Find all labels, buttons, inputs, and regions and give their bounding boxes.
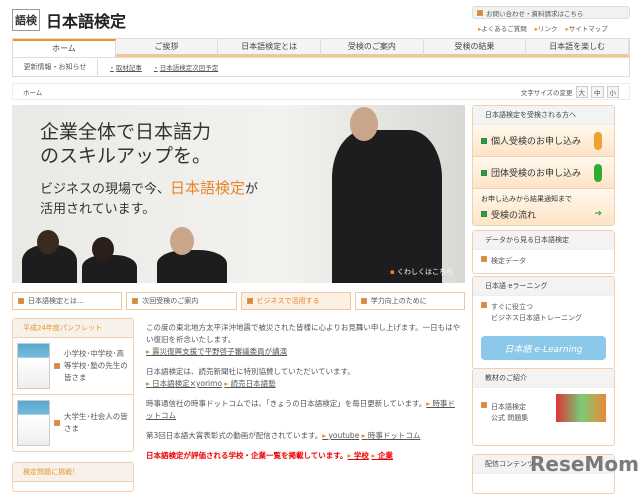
- exam-data-link[interactable]: 検定データ: [473, 250, 614, 273]
- materials-title: 教材のご紹介: [473, 369, 614, 388]
- sitemap-link[interactable]: サイトマップ: [566, 23, 608, 33]
- elearning-link[interactable]: すぐに役立つ ビジネス日本語トレーニング: [473, 296, 614, 330]
- site-title: 日本語検定: [46, 12, 127, 31]
- news-link[interactable]: 震災復興支援で平野啓子審議委員が講演: [146, 347, 287, 356]
- tab-results[interactable]: 受検の結果: [423, 39, 527, 57]
- elearning-button[interactable]: 日本語 e-Learning: [481, 336, 606, 360]
- hero-subheading: ビジネスの現場で今、日本語検定が 活用されています。: [40, 179, 259, 217]
- person-icon: [594, 131, 602, 150]
- site-logo[interactable]: 語検 日本語検定: [12, 8, 126, 32]
- group-icon: [594, 163, 602, 182]
- font-large-button[interactable]: 大: [575, 85, 588, 98]
- logo-mark: 語検: [12, 9, 40, 31]
- sub-nav: 更新情報・お知らせ 取材記事 日本語検定次回予定: [12, 58, 630, 77]
- materials-box: 教材のご紹介 日本語検定 公式 問題集: [472, 368, 615, 446]
- pamphlet-title: 平成24年度パンフレット: [13, 319, 133, 338]
- font-size-switcher: 文字サイズの変更 大 中 小: [520, 85, 619, 98]
- presenter-image: [332, 130, 442, 283]
- tab-exam-guide[interactable]: 受検のご案内: [321, 39, 424, 57]
- pamphlet-teachers[interactable]: 小学校･中学校･高等学校･塾の先生の皆さま: [13, 338, 133, 395]
- subnav-link-coverage[interactable]: 取材記事: [110, 62, 142, 72]
- watermark-logo: ReseMom: [530, 452, 639, 476]
- tab-enjoy[interactable]: 日本語を楽しむ: [526, 39, 630, 57]
- pamphlet-students[interactable]: 大学生･社会人の皆さま: [13, 395, 133, 451]
- contact-label: お問い合わせ・資料請求はこちら: [486, 9, 584, 18]
- top-links: よくあるご質問 リンク サイトマップ: [478, 23, 608, 33]
- person-image: [157, 250, 227, 283]
- contact-button[interactable]: お問い合わせ・資料請求はこちら: [472, 6, 630, 19]
- person-image: [82, 255, 137, 283]
- group-apply-button[interactable]: 団体受検のお申し込み: [473, 157, 614, 189]
- challenge-title[interactable]: 検定問題に挑戦！: [13, 463, 133, 482]
- arrow-icon: ➔: [594, 209, 602, 219]
- faq-link[interactable]: よくあるご質問: [478, 23, 527, 33]
- school-link[interactable]: 学校: [348, 451, 369, 460]
- main-nav: ホーム ご挨拶 日本語検定とは 受検のご案内 受検の結果 日本語を楽しむ: [12, 38, 630, 58]
- feature-buttons: 日本語検定とは… 次回受検のご案内 ビジネスで活用する 学力向上のために: [12, 292, 465, 310]
- person-image: [37, 230, 59, 254]
- book-image: [556, 394, 606, 422]
- tab-about[interactable]: 日本語検定とは: [218, 39, 322, 57]
- individual-apply-button[interactable]: 個人受検のお申し込み: [473, 125, 614, 157]
- links-link[interactable]: リンク: [535, 23, 558, 33]
- challenge-box: 検定問題に挑戦！: [12, 462, 134, 492]
- elearning-box: 日本語 eラーニング すぐに役立つ ビジネス日本語トレーニング 日本語 e-Lea…: [472, 276, 615, 369]
- tab-home[interactable]: ホーム: [13, 39, 116, 57]
- breadcrumb: ホーム 文字サイズの変更 大 中 小: [12, 83, 630, 100]
- apply-title: 日本語検定を受検される方へ: [473, 106, 614, 125]
- person-image: [170, 227, 194, 255]
- materials-link[interactable]: 日本語検定 公式 問題集: [473, 388, 614, 430]
- company-link[interactable]: 企業: [372, 451, 393, 460]
- presenter-image: [350, 107, 378, 141]
- bullet-icon: [477, 9, 483, 16]
- breadcrumb-home: ホーム: [23, 88, 43, 97]
- data-title: データから見る日本語検定: [473, 231, 614, 250]
- pamphlet-thumbnail: [17, 343, 50, 389]
- hero-more-link[interactable]: くわしくはこちら: [390, 267, 453, 277]
- data-box: データから見る日本語検定 検定データ: [472, 230, 615, 274]
- feature-next-exam[interactable]: 次回受検のご案内: [126, 292, 237, 310]
- font-size-label: 文字サイズの変更: [520, 88, 573, 97]
- pamphlet-thumbnail: [17, 400, 50, 446]
- hero-heading: 企業全体で日本語力 のスキルアップを。: [40, 121, 212, 167]
- elearning-title: 日本語 eラーニング: [473, 277, 614, 296]
- feature-business[interactable]: ビジネスで活用する: [240, 292, 351, 310]
- subnav-link-schedule[interactable]: 日本語検定次回予定: [154, 62, 219, 72]
- flow-button[interactable]: お申し込みから結果通知まで 受検の流れ ➔: [473, 189, 614, 225]
- font-medium-button[interactable]: 中: [591, 85, 604, 98]
- apply-box: 日本語検定を受検される方へ 個人受検のお申し込み 団体受検のお申し込み お申し込…: [472, 105, 615, 226]
- news-content: この度の東北地方太平洋沖地震で被災された皆様に心よりお見舞い申し上げます。一日も…: [146, 322, 462, 470]
- news-link[interactable]: 読売日本語塾: [224, 379, 275, 388]
- news-link[interactable]: youtube: [322, 431, 359, 440]
- feature-academic[interactable]: 学力向上のために: [354, 292, 465, 310]
- news-link[interactable]: 時事ドットコム: [362, 431, 421, 440]
- pamphlet-box: 平成24年度パンフレット 小学校･中学校･高等学校･塾の先生の皆さま 大学生･社…: [12, 318, 134, 452]
- font-small-button[interactable]: 小: [606, 85, 619, 98]
- feature-about[interactable]: 日本語検定とは…: [12, 292, 123, 310]
- person-image: [92, 237, 114, 261]
- subnav-label: 更新情報・お知らせ: [13, 58, 98, 76]
- tab-greeting[interactable]: ご挨拶: [115, 39, 219, 57]
- hero-banner[interactable]: 企業全体で日本語力 のスキルアップを。 ビジネスの現場で今、日本語検定が 活用されて…: [12, 105, 465, 283]
- news-link[interactable]: 日本語検定×yorimo: [146, 379, 222, 388]
